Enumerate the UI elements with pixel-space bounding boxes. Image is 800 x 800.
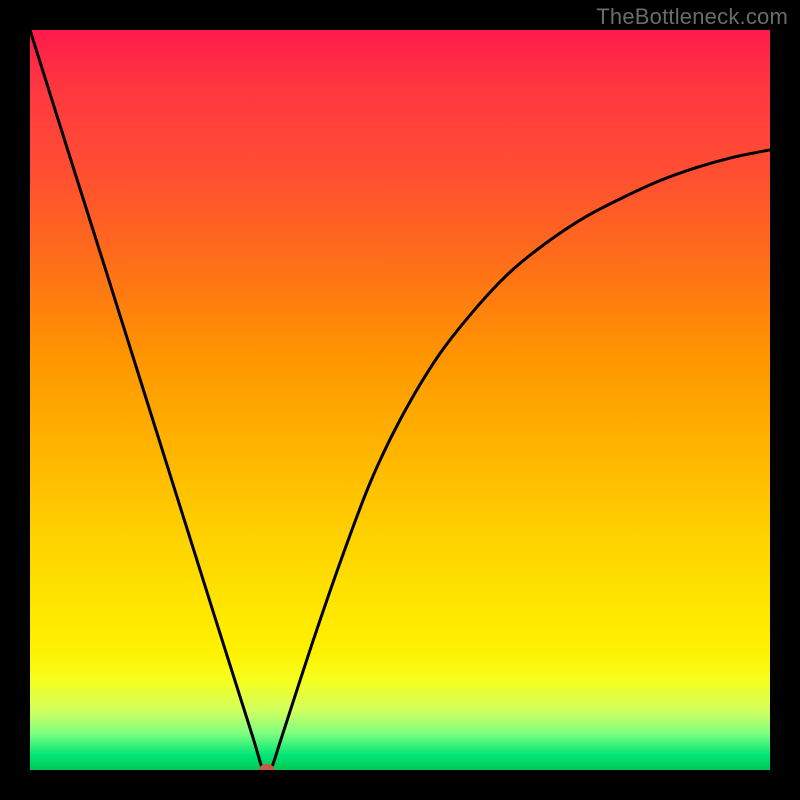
chart-frame: TheBottleneck.com (0, 0, 800, 800)
plot-area (30, 30, 770, 770)
attribution-text: TheBottleneck.com (596, 4, 788, 30)
bottleneck-curve (30, 30, 770, 770)
curve-layer (30, 30, 770, 770)
